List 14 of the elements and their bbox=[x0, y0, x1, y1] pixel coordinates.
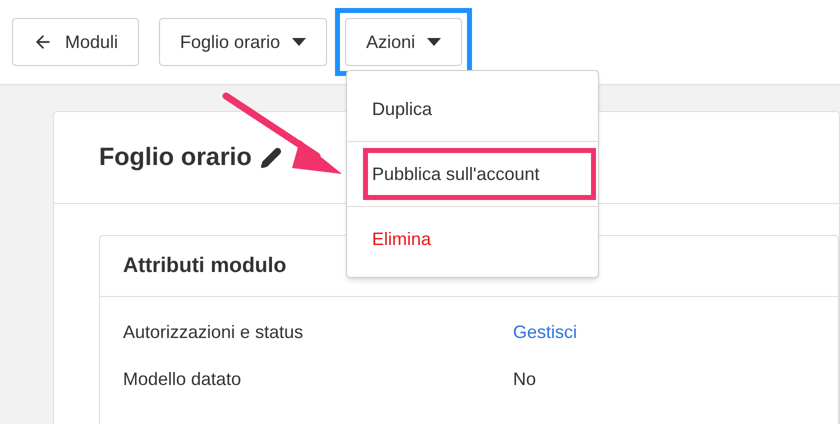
attribute-value: No bbox=[513, 368, 536, 391]
menu-item[interactable]: Elimina bbox=[372, 226, 432, 252]
back-button[interactable]: Moduli bbox=[12, 18, 140, 66]
attribute-label: Modello datato bbox=[123, 368, 242, 391]
manage-link[interactable]: Gestisci bbox=[513, 319, 578, 346]
dropdown-button[interactable]: Azioni bbox=[345, 18, 462, 66]
caret-icon bbox=[292, 38, 306, 46]
attribute-label: Autorizzazioni e status bbox=[123, 321, 304, 344]
section-title: Attributi modulo bbox=[123, 253, 286, 280]
page-title: Foglio orario bbox=[99, 142, 252, 173]
pencil-icon[interactable] bbox=[260, 146, 282, 168]
caret-icon bbox=[427, 38, 442, 46]
menu-item[interactable]: Duplica bbox=[372, 96, 432, 122]
dropdown-button[interactable]: Foglio orario bbox=[159, 18, 328, 66]
